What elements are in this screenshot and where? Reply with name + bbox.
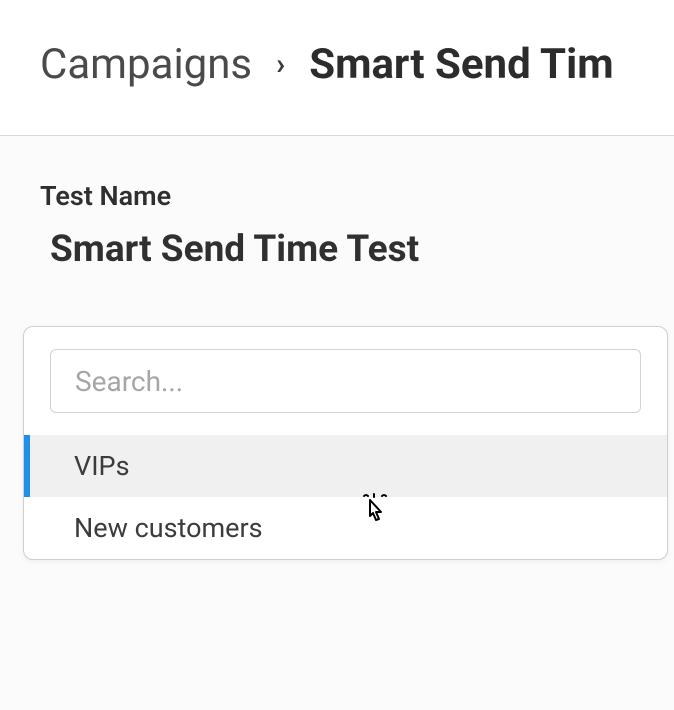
chevron-right-icon: › (276, 47, 285, 82)
dropdown-item-vips[interactable]: VIPs (24, 435, 667, 497)
breadcrumb: Campaigns › Smart Send Tim (40, 40, 674, 89)
breadcrumb-parent-link[interactable]: Campaigns (40, 40, 252, 89)
test-name-label: Test Name (40, 180, 634, 212)
search-input[interactable] (50, 349, 641, 413)
dropdown-item-new-customers[interactable]: New customers (24, 497, 667, 559)
dropdown-item-label: VIPs (74, 450, 130, 482)
dropdown-item-label: New customers (74, 512, 263, 544)
breadcrumb-current: Smart Send Tim (309, 40, 613, 89)
test-name-value[interactable]: Smart Send Time Test (40, 228, 634, 271)
dropdown-panel: VIPs New customers (23, 326, 668, 560)
